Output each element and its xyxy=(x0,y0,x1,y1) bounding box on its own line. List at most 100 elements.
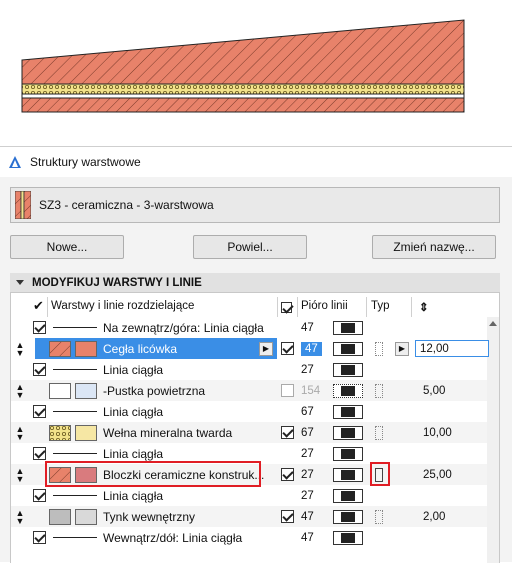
line-preview-icon xyxy=(53,537,97,538)
separator-line-row[interactable]: Linia ciągła 67 xyxy=(11,401,489,422)
line-pen[interactable]: 27 xyxy=(301,448,314,460)
line-pen[interactable]: 67 xyxy=(301,406,314,418)
duplicate-button[interactable]: Powiel... xyxy=(193,235,307,259)
line-checkbox[interactable] xyxy=(33,405,46,418)
line-type-selector[interactable] xyxy=(333,509,363,524)
line-checkbox[interactable] xyxy=(33,531,46,544)
layer-row[interactable]: ▲ ▼ -Pustka powietrzna 154 5,00 xyxy=(11,380,489,401)
fill-type-icon[interactable] xyxy=(375,341,383,356)
layer-row[interactable]: ▲ ▼ Cegła licówka ▶ 47 ▶ 12,00 xyxy=(11,338,489,359)
layer-checkbox[interactable] xyxy=(281,468,294,481)
layer-checkbox[interactable] xyxy=(281,510,294,523)
line-type-selector[interactable] xyxy=(333,530,363,545)
line-preview-icon xyxy=(53,327,97,328)
fill-pattern-icon[interactable] xyxy=(49,424,71,441)
drag-handle-icon[interactable]: ▲ ▼ xyxy=(15,382,25,399)
header-name: Warstwy i linie rozdzielające xyxy=(51,300,195,312)
separator-line-row[interactable]: Linia ciągła 27 xyxy=(11,485,489,506)
layer-thickness[interactable]: 5,00 xyxy=(423,385,445,397)
layer-pen[interactable]: 27 xyxy=(301,469,314,481)
section-header[interactable]: MODYFIKUJ WARSTWY I LINIE xyxy=(10,273,500,293)
header-pen: Pióro linii xyxy=(301,300,348,312)
layer-thickness[interactable]: 10,00 xyxy=(423,427,452,439)
drag-handle-icon[interactable]: ▲ ▼ xyxy=(15,466,25,483)
layer-checkbox[interactable] xyxy=(281,342,294,355)
layer-color-swatch[interactable] xyxy=(75,508,97,525)
highlight-frame-type xyxy=(370,462,390,486)
layer-pen[interactable]: 47 xyxy=(301,341,322,356)
structure-name: SZ3 - ceramiczna - 3-warstwowa xyxy=(39,198,214,212)
layer-checkbox[interactable] xyxy=(281,384,294,397)
layer-color-swatch[interactable] xyxy=(75,382,97,399)
fill-pattern-icon[interactable] xyxy=(49,508,71,525)
line-type-selector[interactable] xyxy=(333,467,363,482)
line-checkbox[interactable] xyxy=(33,489,46,502)
line-pen[interactable]: 27 xyxy=(301,364,314,376)
layer-pen[interactable]: 154 xyxy=(301,385,320,397)
preview-brick-layer xyxy=(21,19,465,85)
line-checkbox[interactable] xyxy=(33,447,46,460)
collapse-icon xyxy=(16,280,24,285)
separator-line-row[interactable]: Na zewnątrz/góra: Linia ciągła 47 xyxy=(11,317,489,338)
scroll-up-icon[interactable] xyxy=(489,321,497,326)
line-type-selector[interactable] xyxy=(333,362,363,377)
drag-handle-icon[interactable]: ▲ ▼ xyxy=(15,340,25,357)
layer-checkbox[interactable] xyxy=(281,426,294,439)
layer-thickness[interactable]: 2,00 xyxy=(423,511,445,523)
line-pen[interactable]: 27 xyxy=(301,490,314,502)
layer-row[interactable]: ▲ ▼ Wełna mineralna twarda 67 10,00 xyxy=(11,422,489,443)
preview-insulation-layer xyxy=(21,83,465,95)
layer-name: Wełna mineralna twarda xyxy=(103,425,233,440)
layer-thickness[interactable]: 12,00 xyxy=(415,340,489,357)
layer-color-swatch[interactable] xyxy=(75,424,97,441)
line-checkbox[interactable] xyxy=(33,363,46,376)
fill-type-icon[interactable] xyxy=(375,383,383,398)
separator-line-row[interactable]: Linia ciągła 27 xyxy=(11,359,489,380)
line-type-selector[interactable] xyxy=(333,446,363,461)
fill-pattern-icon[interactable] xyxy=(49,382,71,399)
structure-selector[interactable]: SZ3 - ceramiczna - 3-warstwowa xyxy=(10,187,500,223)
layer-pen[interactable]: 47 xyxy=(301,511,314,523)
new-button[interactable]: Nowe... xyxy=(10,235,124,259)
type-arrow-icon[interactable]: ▶ xyxy=(395,341,409,356)
layer-pen[interactable]: 67 xyxy=(301,427,314,439)
line-pen[interactable]: 47 xyxy=(301,532,314,544)
line-checkbox[interactable] xyxy=(33,321,46,334)
line-preview-icon xyxy=(53,411,97,412)
layers-table: ✔ Warstwy i linie rozdzielające Pióro li… xyxy=(10,293,500,563)
line-type-selector[interactable] xyxy=(333,404,363,419)
fill-pattern-icon[interactable] xyxy=(49,340,71,357)
line-type-selector[interactable] xyxy=(333,425,363,440)
line-name: Linia ciągła xyxy=(103,488,164,503)
drag-handle-icon[interactable]: ▲ ▼ xyxy=(15,424,25,441)
expand-arrow-icon[interactable]: ▶ xyxy=(259,341,273,356)
layered-structures-dialog: Struktury warstwowe SZ3 - ceramiczna - 3… xyxy=(0,146,512,563)
layer-name: -Pustka powietrzna xyxy=(103,383,206,398)
line-type-selector[interactable] xyxy=(333,341,363,356)
archicad-icon xyxy=(9,156,21,168)
rename-button[interactable]: Zmień nazwę... xyxy=(372,235,496,259)
line-type-selector[interactable] xyxy=(333,320,363,335)
section-title: MODYFIKUJ WARSTWY I LINIE xyxy=(32,276,202,289)
layer-row[interactable]: ▲ ▼ Tynk wewnętrzny 47 2,00 xyxy=(11,506,489,527)
fill-type-icon[interactable] xyxy=(375,425,383,440)
line-type-selector[interactable] xyxy=(333,383,363,398)
dialog-titlebar: Struktury warstwowe xyxy=(0,147,512,177)
check-all-icon[interactable]: ✔ xyxy=(33,298,44,314)
structure-preview xyxy=(21,19,465,113)
line-preview-icon xyxy=(53,495,97,496)
separator-line-row[interactable]: Wewnątrz/dół: Linia ciągła 47 xyxy=(11,527,489,548)
preview-block-layer xyxy=(21,97,465,113)
line-type-selector[interactable] xyxy=(333,488,363,503)
layer-name: Tynk wewnętrzny xyxy=(103,509,196,524)
drag-handle-icon[interactable]: ▲ ▼ xyxy=(15,508,25,525)
layer-row[interactable]: ▲ ▼ Bloczki ceramiczne konstruk... 27 25,00 xyxy=(11,461,489,487)
thickness-icon: ⇕ xyxy=(419,302,429,314)
layer-name: Cegła licówka xyxy=(103,341,178,356)
layer-color-swatch[interactable] xyxy=(75,340,97,357)
line-name: Wewnątrz/dół: Linia ciągła xyxy=(103,530,243,545)
fill-type-icon[interactable] xyxy=(375,509,383,524)
header-type: Typ xyxy=(371,300,390,312)
line-pen[interactable]: 47 xyxy=(301,322,314,334)
layer-thickness[interactable]: 25,00 xyxy=(423,469,452,481)
